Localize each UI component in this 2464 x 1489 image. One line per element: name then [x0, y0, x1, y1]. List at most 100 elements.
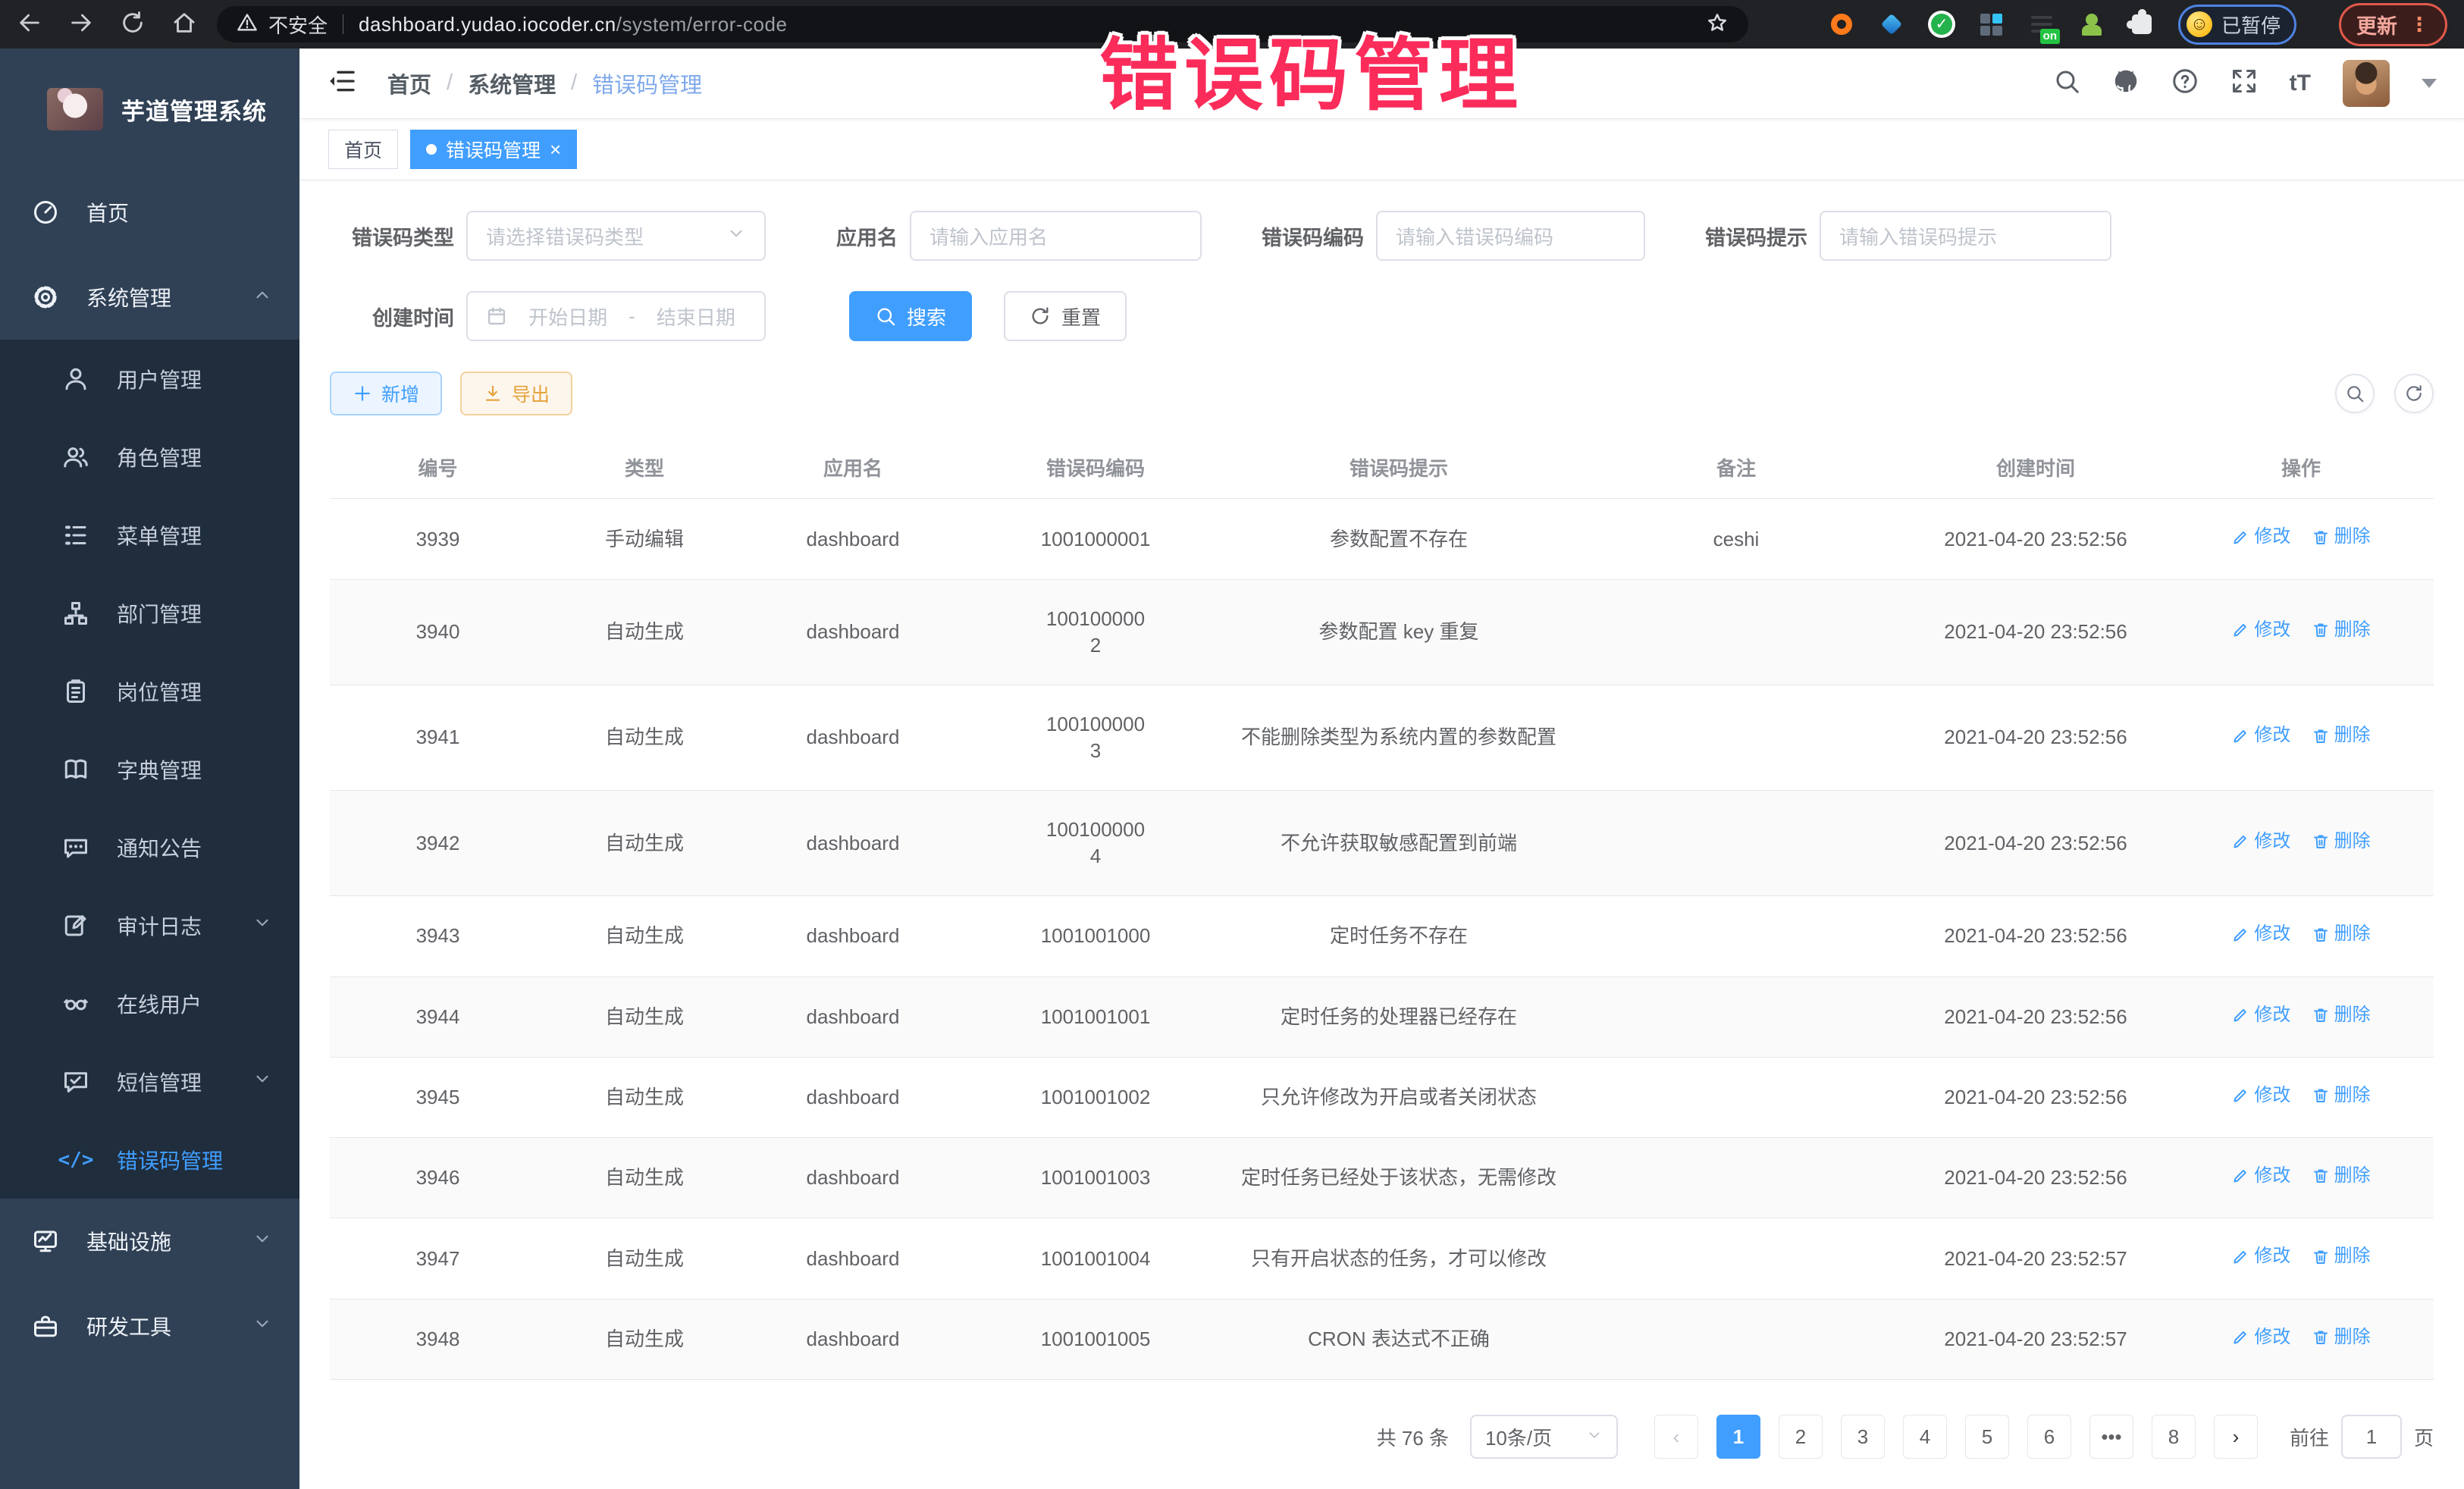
delete-link[interactable]: 删除	[2312, 922, 2371, 946]
browser-reload-icon[interactable]	[120, 10, 146, 39]
bookmark-star-icon[interactable]	[1706, 11, 1729, 38]
search-button[interactable]: 搜索	[849, 291, 972, 341]
cell-actions: 修改 删除	[2168, 896, 2434, 976]
page-button[interactable]: 2	[1779, 1415, 1823, 1459]
fullscreen-icon[interactable]	[2230, 67, 2258, 99]
sidebar-item-departments[interactable]: 部门管理	[0, 574, 299, 652]
avatar-caret-icon[interactable]	[2422, 79, 2437, 88]
browser-home-icon[interactable]	[171, 10, 197, 39]
extensions-puzzle-icon[interactable]	[2128, 11, 2155, 38]
delete-link[interactable]: 删除	[2312, 1164, 2371, 1188]
security-label[interactable]: 不安全	[268, 11, 328, 39]
page-button[interactable]: 8	[2152, 1415, 2196, 1459]
cell-time: 2021-04-20 23:52:56	[1903, 791, 2168, 896]
badge-icon	[62, 678, 89, 705]
refresh-table-button[interactable]	[2394, 374, 2434, 413]
delete-link[interactable]: 删除	[2312, 1083, 2371, 1108]
next-page-button[interactable]: ›	[2214, 1415, 2258, 1459]
add-button[interactable]: 新增	[330, 371, 442, 415]
sidebar-item-menus[interactable]: 菜单管理	[0, 496, 299, 574]
sidebar-item-roles[interactable]: 角色管理	[0, 418, 299, 496]
browser-update-button[interactable]: 更新 ⋮	[2339, 3, 2447, 46]
page-button[interactable]: 4	[1903, 1415, 1947, 1459]
error-code-input[interactable]: 请输入错误码编码	[1376, 211, 1645, 261]
reset-button[interactable]: 重置	[1004, 291, 1127, 341]
delete-link[interactable]: 删除	[2312, 525, 2371, 549]
delete-link[interactable]: 删除	[2312, 1244, 2371, 1268]
browser-back-icon[interactable]	[17, 10, 42, 39]
page-button[interactable]: 6	[2027, 1415, 2071, 1459]
delete-link[interactable]: 删除	[2312, 829, 2371, 854]
goto-page-input[interactable]: 1	[2341, 1415, 2402, 1459]
edit-link[interactable]: 修改	[2231, 525, 2290, 549]
tag-error-code[interactable]: 错误码管理 ×	[410, 130, 577, 169]
github-icon[interactable]	[2112, 67, 2140, 99]
help-icon[interactable]	[2171, 67, 2199, 99]
sidebar-item-system[interactable]: 系统管理	[0, 255, 299, 340]
code-icon: </>	[62, 1146, 89, 1174]
sidebar-item-dev-tools[interactable]: 研发工具	[0, 1284, 299, 1368]
url-text[interactable]: dashboard.yudao.iocoder.cn/system/error-…	[359, 13, 787, 36]
error-msg-input[interactable]: 请输入错误码提示	[1820, 211, 2111, 261]
col-time: 创建时间	[1903, 437, 2168, 499]
filter-code-label: 错误码编码	[1243, 221, 1376, 251]
app-name-input[interactable]: 请输入应用名	[910, 211, 1202, 261]
show-search-button[interactable]	[2335, 374, 2375, 413]
extension-cube-icon[interactable]	[1978, 11, 2005, 38]
tag-home[interactable]: 首页	[328, 130, 398, 169]
cell-remark	[1569, 976, 1903, 1057]
tag-close-icon[interactable]: ×	[550, 139, 561, 159]
browser-menu-icon[interactable]: ⋮	[2409, 13, 2430, 36]
delete-link[interactable]: 删除	[2312, 618, 2371, 642]
sidebar-item-online-users[interactable]: 在线用户	[0, 964, 299, 1042]
cell-msg: 不允许获取敏感配置到前端	[1228, 791, 1569, 896]
page-button[interactable]: 1	[1716, 1415, 1760, 1459]
delete-link[interactable]: 删除	[2312, 723, 2371, 748]
edit-link[interactable]: 修改	[2231, 1164, 2290, 1188]
browser-forward-icon[interactable]	[68, 10, 94, 39]
header-search-icon[interactable]	[2053, 67, 2080, 99]
error-type-select[interactable]: 请选择错误码类型	[466, 211, 766, 261]
breadcrumb-system[interactable]: 系统管理	[468, 67, 556, 99]
sidebar-item-infrastructure[interactable]: 基础设施	[0, 1199, 299, 1284]
page-button[interactable]: 3	[1841, 1415, 1885, 1459]
edit-link[interactable]: 修改	[2231, 618, 2290, 642]
extension-person-icon[interactable]	[2078, 11, 2105, 38]
extension-orange-icon[interactable]	[1828, 11, 1855, 38]
edit-link[interactable]: 修改	[2231, 1325, 2290, 1350]
cell-actions: 修改 删除	[2168, 1299, 2434, 1379]
edit-link[interactable]: 修改	[2231, 723, 2290, 748]
breadcrumb-home[interactable]: 首页	[387, 67, 431, 99]
app-logo-row[interactable]: 芋道管理系统	[0, 49, 299, 170]
extension-pin-icon[interactable]	[1878, 11, 1905, 38]
sidebar-item-error-code[interactable]: </> 错误码管理	[0, 1121, 299, 1199]
edit-link[interactable]: 修改	[2231, 1083, 2290, 1108]
prev-page-button[interactable]: ‹	[1654, 1415, 1698, 1459]
delete-link[interactable]: 删除	[2312, 1325, 2371, 1350]
sidebar-item-sms[interactable]: 短信管理	[0, 1042, 299, 1121]
address-bar[interactable]: 不安全 dashboard.yudao.iocoder.cn/system/er…	[217, 6, 1748, 42]
edit-link[interactable]: 修改	[2231, 922, 2290, 946]
profile-paused-badge[interactable]: ☺ 已暂停	[2178, 5, 2296, 45]
not-secure-icon[interactable]	[237, 12, 258, 37]
sidebar-item-audit-log[interactable]: 审计日志	[0, 886, 299, 964]
user-avatar[interactable]	[2343, 60, 2390, 107]
edit-link[interactable]: 修改	[2231, 829, 2290, 854]
export-button[interactable]: 导出	[460, 371, 572, 415]
page-button[interactable]: •••	[2089, 1415, 2133, 1459]
edit-link[interactable]: 修改	[2231, 1003, 2290, 1027]
sidebar-item-notices[interactable]: 通知公告	[0, 808, 299, 886]
sidebar-item-home[interactable]: 首页	[0, 170, 299, 255]
delete-link[interactable]: 删除	[2312, 1003, 2371, 1027]
extension-switch-icon[interactable]: on	[2028, 11, 2055, 38]
font-size-icon[interactable]: tT	[2290, 71, 2311, 96]
sidebar-item-users[interactable]: 用户管理	[0, 340, 299, 418]
page-button[interactable]: 5	[1965, 1415, 2009, 1459]
date-range-picker[interactable]: 开始日期 - 结束日期	[466, 291, 766, 341]
sidebar-item-positions[interactable]: 岗位管理	[0, 652, 299, 730]
sidebar-item-dictionary[interactable]: 字典管理	[0, 730, 299, 808]
sidebar-collapse-icon[interactable]	[327, 66, 357, 100]
page-size-select[interactable]: 10条/页	[1470, 1415, 1618, 1459]
extension-check-icon[interactable]: ✓	[1928, 11, 1955, 38]
edit-link[interactable]: 修改	[2231, 1244, 2290, 1268]
